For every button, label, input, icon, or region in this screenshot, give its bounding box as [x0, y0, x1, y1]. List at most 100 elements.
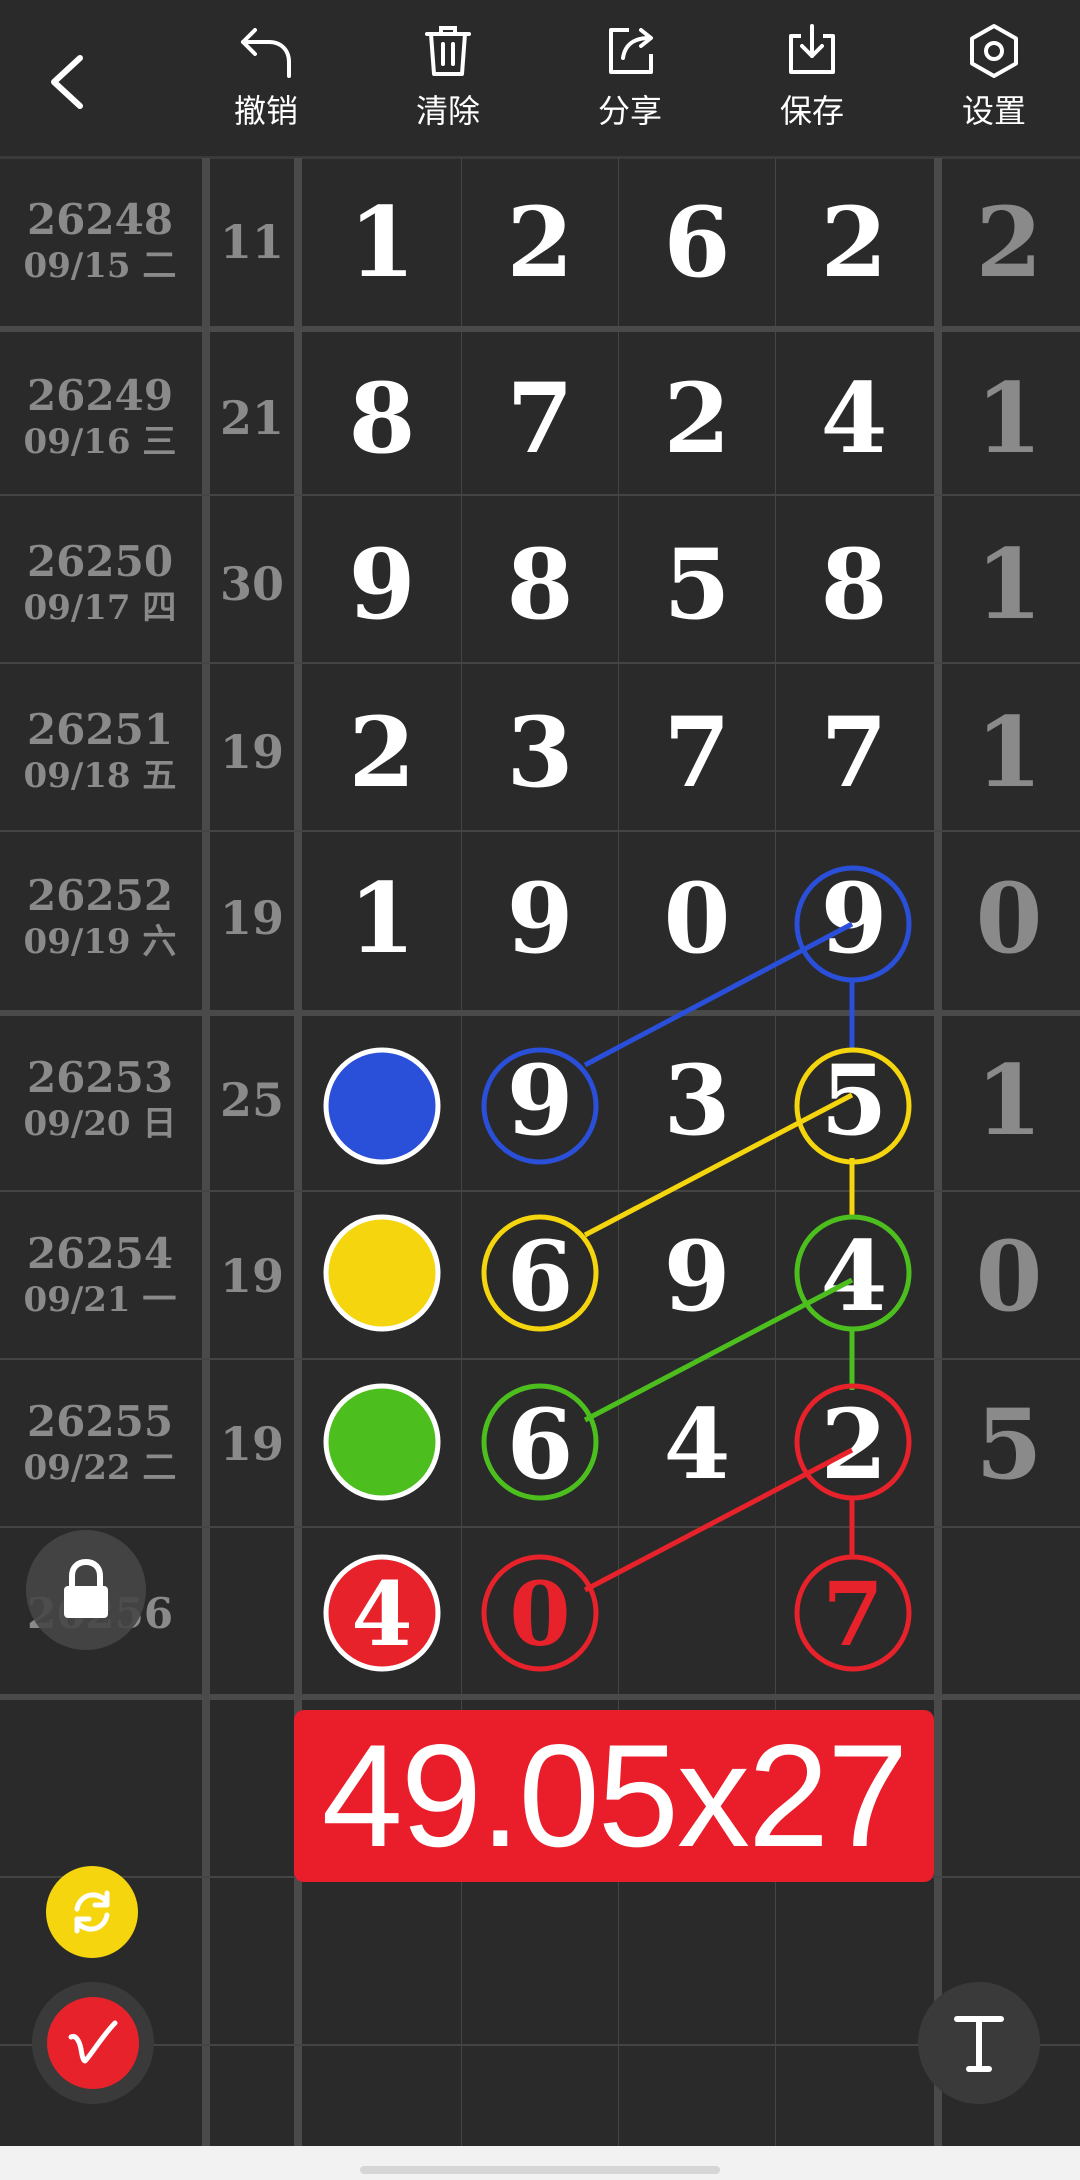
trash-icon — [425, 26, 471, 76]
digit-cell[interactable]: 9 — [462, 834, 618, 1002]
pen-color-swatch — [47, 1997, 139, 2089]
refresh-icon — [74, 1890, 110, 1934]
lock-button[interactable] — [26, 1530, 146, 1650]
save-button[interactable]: 保存 — [747, 22, 877, 142]
issue-cell: 26254 09/21 一 — [0, 1192, 200, 1360]
pen-tool-button[interactable] — [32, 1982, 154, 2104]
issue-number: 26254 — [26, 1229, 174, 1278]
right-value: 5 — [975, 1387, 1043, 1501]
table-row: 26250 09/17 四 30 9 8 5 8 1 — [0, 500, 1080, 668]
settings-label: 设置 — [961, 92, 1026, 130]
digit-cell[interactable]: 5 — [776, 1016, 932, 1184]
issue-date: 09/15 二 — [23, 246, 177, 286]
issue-date: 09/16 三 — [23, 422, 177, 462]
digit-cell[interactable]: 4 — [619, 1360, 775, 1528]
right-value: 1 — [975, 527, 1043, 641]
digit-cell[interactable]: 4 — [776, 1192, 932, 1360]
share-icon — [609, 28, 653, 74]
table-row: 26249 09/16 三 21 8 7 2 4 1 — [0, 334, 1080, 502]
sum-value: 19 — [219, 1417, 284, 1471]
right-value: 0 — [975, 861, 1043, 975]
table-row: 26256 — [0, 1530, 1080, 1698]
issue-cell: 26253 09/20 日 — [0, 1016, 200, 1184]
issue-number: 26253 — [26, 1053, 174, 1102]
settings-icon — [970, 24, 1018, 78]
issue-date: 09/18 五 — [23, 756, 177, 796]
clear-label: 清除 — [415, 92, 480, 130]
issue-cell: 26250 09/17 四 — [0, 500, 200, 668]
right-value: 1 — [975, 695, 1043, 809]
issue-date: 09/22 二 — [23, 1448, 177, 1488]
digit-cell[interactable]: 7 — [619, 668, 775, 836]
sum-value: 11 — [219, 215, 284, 269]
digit-cell[interactable]: 8 — [462, 500, 618, 668]
table-row: 26254 09/21 一 19 0 6 9 4 0 — [0, 1192, 1080, 1360]
text-tool-button[interactable] — [918, 1982, 1040, 2104]
digit-cell[interactable]: 2 — [619, 334, 775, 502]
digit-cell[interactable]: 7 — [462, 334, 618, 502]
digit-cell[interactable]: 2 — [776, 1360, 932, 1528]
digit-cell[interactable]: 9 — [462, 1016, 618, 1184]
table-row: 26248 09/15 二 11 1 2 6 2 2 — [0, 158, 1080, 326]
digit-cell[interactable]: 8 — [304, 334, 460, 502]
digit-cell[interactable]: 7 — [304, 1360, 460, 1528]
digit-cell[interactable]: 0 — [304, 1192, 460, 1360]
digit-cell[interactable]: 6 — [462, 1360, 618, 1528]
chevron-left-icon — [51, 55, 83, 109]
table-row: 26255 09/22 二 19 7 6 4 2 5 — [0, 1360, 1080, 1528]
table-row: 26253 09/20 日 25 8 9 3 5 1 — [0, 1016, 1080, 1184]
digit-cell[interactable]: 3 — [462, 668, 618, 836]
digit-cell[interactable]: 6 — [619, 158, 775, 326]
digit-cell[interactable]: 3 — [619, 1016, 775, 1184]
text-icon — [954, 2016, 1004, 2072]
digit-cell[interactable]: 1 — [304, 834, 460, 1002]
clear-button[interactable]: 清除 — [383, 22, 513, 142]
digit-cell[interactable]: 0 — [619, 834, 775, 1002]
lock-icon — [64, 1558, 108, 1618]
back-button[interactable] — [42, 52, 92, 112]
sum-value: 19 — [219, 891, 284, 945]
undo-button[interactable]: 撤销 — [201, 22, 331, 142]
digit-cell[interactable]: 4 — [776, 334, 932, 502]
digit-cell[interactable]: 6 — [462, 1192, 618, 1360]
digit-cell[interactable]: 5 — [619, 500, 775, 668]
issue-date: 09/20 日 — [23, 1104, 177, 1144]
issue-date: 09/17 四 — [23, 588, 177, 628]
undo-label: 撤销 — [233, 92, 298, 130]
sum-value: 19 — [219, 1249, 284, 1303]
home-indicator[interactable] — [360, 2166, 720, 2174]
result-banner[interactable]: 49.05x27 — [294, 1710, 934, 1882]
save-label: 保存 — [779, 92, 844, 130]
digit-cell[interactable]: 9 — [304, 500, 460, 668]
right-value: 1 — [975, 1043, 1043, 1157]
issue-cell: 26251 09/18 五 — [0, 668, 200, 836]
toolbar: 撤销 清除 分享 保存 设置 — [0, 0, 1080, 159]
issue-number: 26250 — [26, 537, 174, 586]
issue-number: 26251 — [26, 705, 174, 754]
right-value: 2 — [975, 185, 1043, 299]
digit-cell[interactable]: 7 — [776, 668, 932, 836]
digit-cell[interactable]: 8 — [776, 500, 932, 668]
share-button[interactable]: 分享 — [565, 22, 695, 142]
digit-cell[interactable]: 9 — [619, 1192, 775, 1360]
right-value: 0 — [975, 1219, 1043, 1333]
undo-icon — [241, 28, 291, 78]
digit-cell[interactable]: 8 — [304, 1016, 460, 1184]
right-value: 1 — [975, 361, 1043, 475]
table-row: 26251 09/18 五 19 2 3 7 7 1 — [0, 668, 1080, 836]
refresh-button[interactable] — [46, 1866, 138, 1958]
issue-cell: 26255 09/22 二 — [0, 1360, 200, 1528]
sum-value: 25 — [219, 1073, 284, 1127]
digit-cell[interactable]: 2 — [462, 158, 618, 326]
digit-cell[interactable]: 2 — [304, 668, 460, 836]
issue-date: 09/19 六 — [23, 922, 177, 962]
digit-cell[interactable]: 1 — [304, 158, 460, 326]
issue-cell: 26252 09/19 六 — [0, 834, 200, 1002]
digit-cell[interactable]: 2 — [776, 158, 932, 326]
pen-icon — [68, 2020, 118, 2064]
issue-number: 26248 — [26, 195, 174, 244]
sum-value: 21 — [219, 391, 284, 445]
issue-cell: 26249 09/16 三 — [0, 334, 200, 502]
digit-cell[interactable]: 9 — [776, 834, 932, 1002]
settings-button[interactable]: 设置 — [929, 22, 1059, 142]
